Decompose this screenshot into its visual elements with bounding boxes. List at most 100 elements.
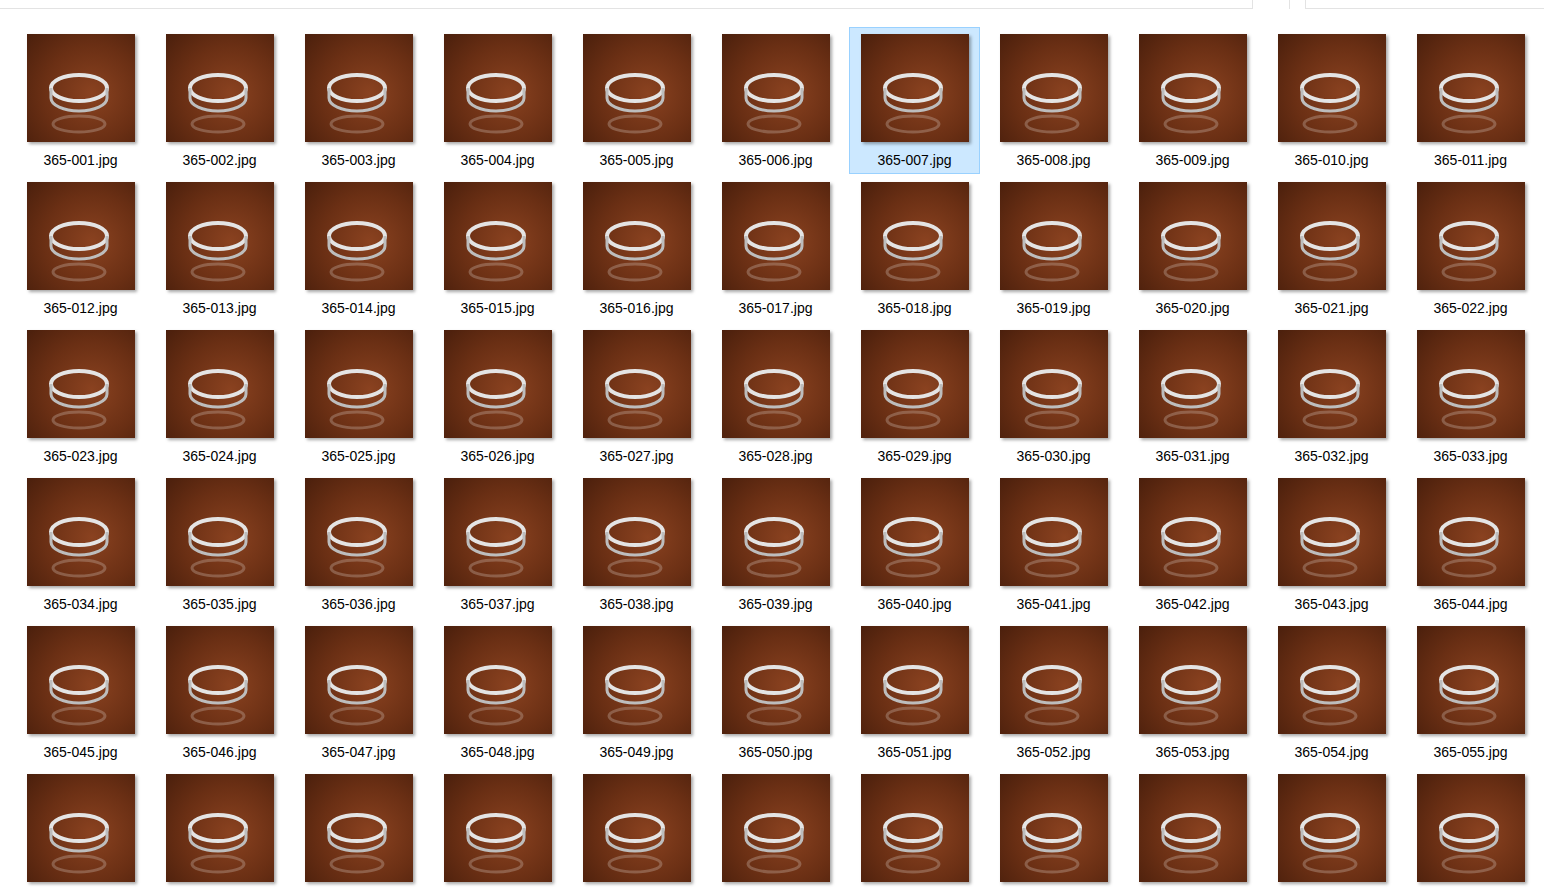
ring-icon	[27, 34, 135, 142]
file-item[interactable]: 365-020.jpg	[1127, 175, 1258, 322]
file-item[interactable]	[154, 767, 285, 893]
file-name: 365-055.jpg	[1434, 743, 1508, 761]
file-item[interactable]: 365-042.jpg	[1127, 471, 1258, 618]
file-item[interactable]	[1405, 767, 1536, 893]
file-item[interactable]: 365-026.jpg	[432, 323, 563, 470]
file-item[interactable]: 365-010.jpg	[1266, 27, 1397, 174]
ring-icon	[1278, 478, 1386, 586]
file-item[interactable]: 365-024.jpg	[154, 323, 285, 470]
file-item[interactable]: 365-015.jpg	[432, 175, 563, 322]
thumbnail	[1000, 182, 1108, 290]
file-item[interactable]: 365-049.jpg	[571, 619, 702, 766]
file-item[interactable]: 365-004.jpg	[432, 27, 563, 174]
thumbnail	[722, 478, 830, 586]
file-name: 365-001.jpg	[44, 151, 118, 169]
ring-icon	[861, 330, 969, 438]
file-item[interactable]: 365-038.jpg	[571, 471, 702, 618]
file-item[interactable]: 365-053.jpg	[1127, 619, 1258, 766]
file-item[interactable]	[710, 767, 841, 893]
ring-icon	[444, 330, 552, 438]
file-item[interactable]	[849, 767, 980, 893]
file-item[interactable]: 365-048.jpg	[432, 619, 563, 766]
thumbnail	[583, 330, 691, 438]
file-item[interactable]: 365-021.jpg	[1266, 175, 1397, 322]
file-item[interactable]: 365-003.jpg	[293, 27, 424, 174]
file-item[interactable]: 365-005.jpg	[571, 27, 702, 174]
file-item[interactable]: 365-036.jpg	[293, 471, 424, 618]
file-item[interactable]: 365-052.jpg	[988, 619, 1119, 766]
file-name: 365-046.jpg	[183, 743, 257, 761]
file-item[interactable]: 365-012.jpg	[15, 175, 146, 322]
file-name: 365-014.jpg	[322, 299, 396, 317]
ring-icon	[583, 182, 691, 290]
file-item[interactable]: 365-034.jpg	[15, 471, 146, 618]
refresh-button[interactable]	[1253, 0, 1290, 9]
thumbnail	[722, 626, 830, 734]
file-item[interactable]: 365-054.jpg	[1266, 619, 1397, 766]
ring-icon	[305, 34, 413, 142]
file-item[interactable]: 365-043.jpg	[1266, 471, 1397, 618]
file-item[interactable]: 365-014.jpg	[293, 175, 424, 322]
file-item[interactable]: 365-033.jpg	[1405, 323, 1536, 470]
thumbnail	[1278, 774, 1386, 882]
ring-icon	[166, 330, 274, 438]
file-item[interactable]: 365-037.jpg	[432, 471, 563, 618]
thumbnail	[722, 330, 830, 438]
file-name: 365-023.jpg	[44, 447, 118, 465]
file-item[interactable]: 365-022.jpg	[1405, 175, 1536, 322]
file-item[interactable]: 365-007.jpg	[849, 27, 980, 174]
file-name: 365-052.jpg	[1017, 743, 1091, 761]
file-item[interactable]: 365-029.jpg	[849, 323, 980, 470]
file-item[interactable]: 365-023.jpg	[15, 323, 146, 470]
file-item[interactable]	[1266, 767, 1397, 893]
file-item[interactable]	[1127, 767, 1258, 893]
file-item[interactable]: 365-030.jpg	[988, 323, 1119, 470]
file-name: 365-009.jpg	[1156, 151, 1230, 169]
file-item[interactable]: 365-018.jpg	[849, 175, 980, 322]
file-item[interactable]: 365-045.jpg	[15, 619, 146, 766]
file-item[interactable]: 365-028.jpg	[710, 323, 841, 470]
file-item[interactable]	[571, 767, 702, 893]
thumbnail	[444, 34, 552, 142]
file-item[interactable]	[15, 767, 146, 893]
file-item[interactable]	[988, 767, 1119, 893]
file-item[interactable]: 365-002.jpg	[154, 27, 285, 174]
file-item[interactable]: 365-047.jpg	[293, 619, 424, 766]
address-bar[interactable]	[0, 0, 1253, 9]
file-item[interactable]: 365-044.jpg	[1405, 471, 1536, 618]
file-item[interactable]: 365-039.jpg	[710, 471, 841, 618]
file-item[interactable]: 365-031.jpg	[1127, 323, 1258, 470]
file-item[interactable]: 365-006.jpg	[710, 27, 841, 174]
file-item[interactable]: 365-016.jpg	[571, 175, 702, 322]
file-item[interactable]: 365-009.jpg	[1127, 27, 1258, 174]
search-box[interactable]	[1305, 0, 1544, 9]
file-item[interactable]: 365-035.jpg	[154, 471, 285, 618]
file-name: 365-024.jpg	[183, 447, 257, 465]
file-item[interactable]: 365-046.jpg	[154, 619, 285, 766]
file-item[interactable]	[293, 767, 424, 893]
thumbnail	[583, 34, 691, 142]
file-item[interactable]: 365-032.jpg	[1266, 323, 1397, 470]
file-item[interactable]: 365-027.jpg	[571, 323, 702, 470]
thumbnail	[444, 774, 552, 882]
file-item[interactable]: 365-041.jpg	[988, 471, 1119, 618]
thumbnail	[166, 626, 274, 734]
file-item[interactable]: 365-008.jpg	[988, 27, 1119, 174]
file-item[interactable]: 365-011.jpg	[1405, 27, 1536, 174]
file-name: 365-041.jpg	[1017, 595, 1091, 613]
file-item[interactable]: 365-040.jpg	[849, 471, 980, 618]
file-name: 365-026.jpg	[461, 447, 535, 465]
ring-icon	[27, 182, 135, 290]
thumbnail	[305, 182, 413, 290]
file-item[interactable]: 365-001.jpg	[15, 27, 146, 174]
file-item[interactable]: 365-050.jpg	[710, 619, 841, 766]
thumbnail	[1139, 774, 1247, 882]
file-item[interactable]: 365-017.jpg	[710, 175, 841, 322]
thumbnail	[1139, 330, 1247, 438]
file-item[interactable]: 365-013.jpg	[154, 175, 285, 322]
file-item[interactable]	[432, 767, 563, 893]
file-item[interactable]: 365-019.jpg	[988, 175, 1119, 322]
file-item[interactable]: 365-051.jpg	[849, 619, 980, 766]
file-item[interactable]: 365-055.jpg	[1405, 619, 1536, 766]
file-item[interactable]: 365-025.jpg	[293, 323, 424, 470]
